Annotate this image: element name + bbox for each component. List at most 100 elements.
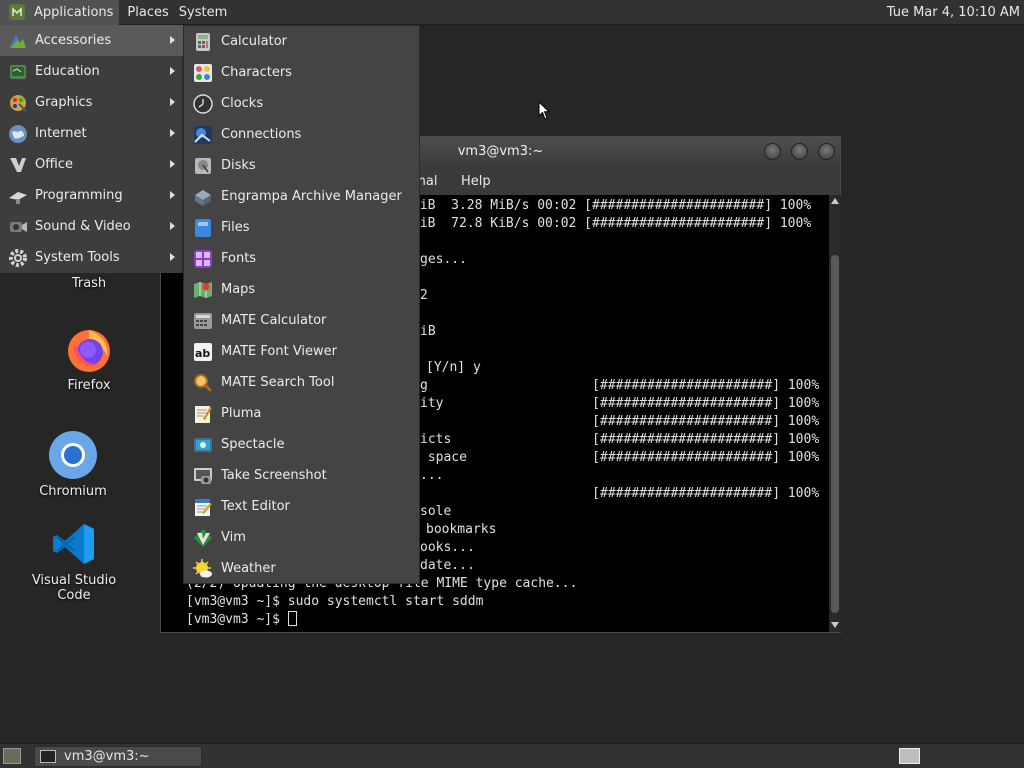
desktop-icon-trash[interactable]: Trash [56,276,122,291]
desktop-icon-vscode[interactable]: Visual Studio Code [14,521,134,603]
category-accessories[interactable]: Accessories [0,25,183,56]
menu-item-vim[interactable]: Vim [184,522,419,553]
minimize-button[interactable] [764,143,781,160]
menu-item-text-editor[interactable]: Text Editor [184,491,419,522]
terminal-line: icts [######################] 100% [420,432,820,447]
calculator-icon [196,32,210,51]
menu-item-label: Take Screenshot [221,468,327,483]
menu-item-mate-calculator[interactable]: MATE Calculator [184,305,419,336]
menu-item-label: Disks [221,158,256,173]
terminal-menu-help[interactable]: Help [461,174,491,189]
terminal-line: [vm3@vm3 ~]$ sudo systemctl start sddm [186,594,484,609]
terminal-line: [Y/n] y [426,360,481,375]
category-sound-video[interactable]: Sound & Video [0,211,183,242]
submenu-arrow-icon [170,67,175,75]
menu-item-connections[interactable]: Connections [184,119,419,150]
menu-item-take-screenshot[interactable]: Take Screenshot [184,460,419,491]
system-menu[interactable]: System [175,0,233,25]
submenu-arrow-icon [170,253,175,261]
terminal-line: iB [420,324,436,339]
menu-item-label: Engrampa Archive Manager [221,189,402,204]
terminal-line: bookmarks [426,522,497,537]
category-label: Accessories [35,33,112,48]
scroll-up-arrow-icon[interactable] [831,198,839,204]
menu-item-maps[interactable]: Maps [184,274,419,305]
menu-item-files[interactable]: Files [184,212,419,243]
mate-logo-icon [9,4,25,20]
menu-item-label: Calculator [221,34,288,49]
menu-item-label: Pluma [221,406,262,421]
category-internet[interactable]: Internet [0,118,183,149]
desktop-icon-label: Firefox [67,378,111,393]
education-icon [10,64,26,79]
category-education[interactable]: Education [0,56,183,87]
category-label: Graphics [35,95,93,110]
menu-item-clocks[interactable]: Clocks [184,88,419,119]
taskbar-item-terminal[interactable]: vm3@vm3:~ [34,746,202,767]
maximize-button[interactable] [791,143,808,160]
menu-item-weather[interactable]: Weather [184,553,419,584]
characters-icon [194,63,212,82]
terminal-line: ... [420,468,444,483]
taskbar-item-label: vm3@vm3:~ [64,749,150,764]
weather-icon [193,558,212,577]
menu-item-spectacle[interactable]: Spectacle [184,429,419,460]
category-label: Programming [35,188,123,203]
menu-item-engrampa[interactable]: Engrampa Archive Manager [184,181,419,212]
desktop-icon-label: Trash [71,276,107,291]
system-menu-label: System [178,4,228,20]
close-button[interactable] [818,143,835,160]
terminal-line: ges... [420,252,467,267]
menu-item-label: Spectacle [221,437,285,452]
applications-category-menu: Accessories Education Graphics Internet … [0,25,183,273]
system-tools-icon [9,248,27,267]
text-editor-icon [195,498,212,516]
submenu-arrow-icon [170,191,175,199]
menu-item-characters[interactable]: Characters [184,57,419,88]
menu-item-mate-search-tool[interactable]: MATE Search Tool [184,367,419,398]
applications-menu[interactable]: Applications [0,0,120,25]
terminal-icon [40,750,56,763]
terminal-scroll-thumb[interactable] [831,255,839,613]
scroll-down-arrow-icon[interactable] [831,622,839,628]
terminal-line: ity [######################] 100% [420,396,820,411]
terminal-cursor [287,611,297,626]
desktop-icon-chromium[interactable]: Chromium [32,430,114,499]
submenu-arrow-icon [170,129,175,137]
show-desktop-icon[interactable] [3,748,21,764]
category-programming[interactable]: Programming [0,180,183,211]
accessories-icon [10,34,26,48]
menu-item-calculator[interactable]: Calculator [184,26,419,57]
desktop-icon-firefox[interactable]: Firefox [48,326,130,393]
category-graphics[interactable]: Graphics [0,87,183,118]
terminal-scrollbar[interactable] [829,195,841,632]
submenu-arrow-icon [170,98,175,106]
terminal-line: [######################] 100% [420,414,820,429]
top-panel: Applications Places System Tue Mar 4, 10… [0,0,1024,25]
firefox-icon [68,330,110,372]
category-label: Internet [35,126,87,141]
category-system-tools[interactable]: System Tools [0,242,183,273]
chromium-icon [49,431,97,479]
menu-item-pluma[interactable]: Pluma [184,398,419,429]
submenu-arrow-icon [170,160,175,168]
vscode-icon [53,524,94,564]
terminal-line: ooks... [420,540,475,555]
menu-item-disks[interactable]: Disks [184,150,419,181]
submenu-arrow-icon [170,36,175,44]
office-icon [10,157,26,172]
clock[interactable]: Tue Mar 4, 10:10 AM [887,0,1020,25]
accessories-submenu: Calculator Characters Clocks Connections… [183,25,420,584]
vim-icon [194,528,212,547]
category-office[interactable]: Office [0,149,183,180]
menu-item-mate-font-viewer[interactable]: ab MATE Font Viewer [184,336,419,367]
terminal-line: 2 [420,288,428,303]
bottom-panel: vm3@vm3:~ [0,743,1024,768]
menu-item-fonts[interactable]: Fonts [184,243,419,274]
workspace-switcher[interactable] [899,748,920,764]
desktop-icon-label: Visual Studio Code [31,573,117,603]
spectacle-icon [194,437,212,452]
menu-item-label: Text Editor [221,499,290,514]
terminal-line: [######################] 100% [420,486,820,501]
places-menu[interactable]: Places [119,0,174,25]
